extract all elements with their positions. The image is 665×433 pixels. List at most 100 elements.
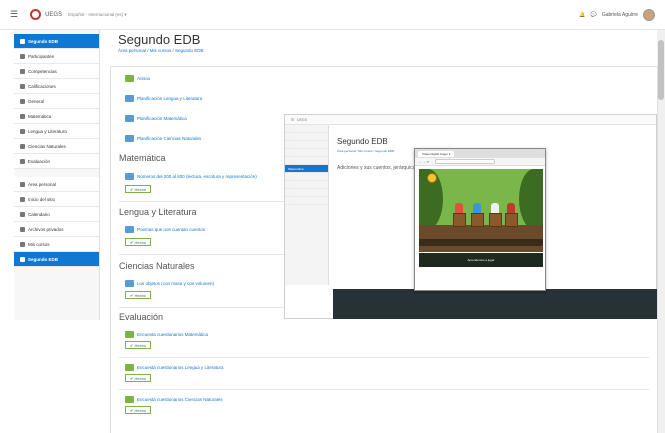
- site-name[interactable]: UEGS: [45, 12, 62, 18]
- nav-icon: [20, 226, 25, 232]
- nav-icon: [20, 128, 25, 134]
- nav-icon: [20, 38, 25, 44]
- activity-ciencias[interactable]: Los objetos (con masa y con volumen): [125, 280, 214, 287]
- drawer-item-label: General: [28, 98, 45, 104]
- top-navbar: ☰ UEGS Español - Internacional (es) ▾ 🔔 …: [0, 0, 665, 30]
- drawer-item-a7[interactable]: Ciencias Naturales: [14, 139, 99, 154]
- embedded-drawer-item: ·: [285, 141, 328, 149]
- drawer-item-b3[interactable]: Archivos privados: [14, 222, 99, 237]
- address-bar[interactable]: [435, 159, 496, 164]
- tree-right: [519, 169, 543, 229]
- drawer-item-b0[interactable]: Área personal: [14, 177, 99, 192]
- completion-button[interactable]: ✔ Hecho: [125, 341, 152, 349]
- game-canvas[interactable]: [419, 169, 543, 252]
- embedded-footer: [333, 289, 657, 319]
- section-title-ciencias: Ciencias Naturales: [119, 261, 195, 271]
- embedded-drawer-item: ·: [285, 125, 328, 133]
- completion-button[interactable]: ✔ Hecho: [125, 406, 152, 414]
- language-selector[interactable]: Español - Internacional (es) ▾: [68, 12, 127, 18]
- drawer-item-label: Segundo EDB: [28, 38, 58, 44]
- completion-button[interactable]: ✔ Hecho: [125, 374, 152, 382]
- activity-encuesta-lengua[interactable]: Encuesta cuestionarios Lengua y Literatu…: [125, 364, 224, 371]
- drawer-item-label: Matemática: [28, 113, 52, 119]
- drawer-item-a5[interactable]: Matemática: [14, 109, 99, 124]
- page-icon: [125, 115, 134, 122]
- file-icon: [125, 173, 134, 180]
- scrollbar-thumb[interactable]: [658, 40, 664, 100]
- embedded-breadcrumb: Área personal / Mis cursos / Segundo EDB: [337, 149, 395, 153]
- breadcrumb[interactable]: Área personal / Mis cursos / Segundo EDB: [118, 48, 204, 53]
- drawer-item-label: Evaluación: [28, 158, 51, 164]
- page-title: Segundo EDB: [118, 32, 201, 47]
- feedback-icon: [125, 396, 134, 403]
- page-icon: [125, 95, 134, 102]
- game-popup-window: Clase Digital Juego 1 ← → ⟳ Aprendemos a…: [414, 148, 546, 291]
- drawer-item-label: Calendario: [28, 211, 50, 217]
- nav-icon: [20, 113, 25, 119]
- score-badge: [427, 173, 437, 183]
- activity-matematica[interactable]: Números del 200 al 600 (lectura, escritu…: [125, 173, 257, 180]
- page-scrollbar[interactable]: [657, 30, 665, 433]
- drawer-item-a3[interactable]: Calificaciones: [14, 79, 99, 94]
- drawer-item-label: Participantes: [28, 53, 55, 59]
- drawer-item-label: Lengua y Literatura: [28, 128, 67, 134]
- drawer-item-a8[interactable]: Evaluación: [14, 154, 99, 169]
- completion-button[interactable]: ✔ Hecho: [125, 291, 152, 299]
- nav-icon: [20, 68, 25, 74]
- completion-button[interactable]: ✔ Hecho: [125, 238, 152, 246]
- game-status-bar: [419, 239, 543, 246]
- embedded-drawer-item: ·: [285, 189, 328, 197]
- nav-icon: [20, 211, 25, 217]
- activity-plan-ciencias[interactable]: Planificación Ciencias Naturales: [125, 135, 201, 142]
- embedded-drawer-item: ·: [285, 197, 328, 205]
- podium: [489, 213, 502, 227]
- activity-plan-matematica[interactable]: Planificación Matemática: [125, 115, 187, 122]
- embedded-drawer-item: ·: [285, 173, 328, 181]
- site-logo[interactable]: [30, 9, 42, 20]
- menu-icon[interactable]: ☰: [10, 9, 18, 20]
- activity-encuesta-matematica[interactable]: Encuesta cuestionarios Matemática: [125, 331, 208, 338]
- drawer-item-label: Mis cursos: [28, 241, 50, 247]
- activity-avisos[interactable]: Avisos: [125, 75, 150, 82]
- podium: [453, 213, 466, 227]
- bell-icon[interactable]: 🔔: [579, 12, 585, 18]
- drawer-item-label: Ciencias Naturales: [28, 143, 66, 149]
- activity-plan-lengua[interactable]: Planificación Lengua y Literatura: [125, 95, 202, 102]
- user-name[interactable]: Gabriela Aguirre: [602, 12, 638, 18]
- embedded-subtitle: Adiciones y sus cuentos, jerárquicas: [337, 165, 418, 171]
- nav-icon: [20, 83, 25, 89]
- drawer-item-a1[interactable]: Participantes: [14, 49, 99, 64]
- drawer-item-b1[interactable]: Inicio del sitio: [14, 192, 99, 207]
- drawer-item-b5[interactable]: Segundo EDB: [14, 252, 99, 267]
- page-icon: [125, 135, 134, 142]
- drawer-item-b2[interactable]: Calendario: [14, 207, 99, 222]
- avatar[interactable]: [643, 8, 655, 21]
- browser-tab[interactable]: Clase Digital Juego 1: [418, 150, 455, 157]
- forum-icon: [125, 75, 134, 82]
- nav-icon: [20, 98, 25, 104]
- embedded-drawer-item: ·: [285, 181, 328, 189]
- divider: [119, 357, 649, 358]
- completion-button[interactable]: ✔ Hecho: [125, 185, 152, 193]
- chat-icon[interactable]: 💬: [591, 12, 597, 18]
- drawer-item-a4[interactable]: General: [14, 94, 99, 109]
- nav-icon: [20, 181, 25, 187]
- drawer-item-b4[interactable]: Mis cursos: [14, 237, 99, 252]
- embedded-title: Segundo EDB: [337, 137, 388, 146]
- drawer-gap: [14, 169, 99, 177]
- activity-encuesta-ciencias[interactable]: Encuesta cuestionarios Ciencias Naturale…: [125, 396, 223, 403]
- drawer-item-label: Segundo EDB: [28, 256, 58, 262]
- section-title-lengua: Lengua y Literatura: [119, 207, 197, 217]
- drawer-item-label: Área personal: [28, 181, 57, 187]
- nav-icon: [20, 158, 25, 164]
- nav-drawer: Segundo EDB Participantes Competencias Cali…: [14, 30, 100, 320]
- drawer-item-a6[interactable]: Lengua y Literatura: [14, 124, 99, 139]
- embedded-drawer: · · · · · Matemática · · · ·: [285, 125, 329, 285]
- nav-icon: [20, 53, 25, 59]
- activity-lengua[interactable]: Poemas que nos cuentan cuentos: [125, 226, 205, 233]
- drawer-item-label: Calificaciones: [28, 83, 56, 89]
- drawer-item-a2[interactable]: Competencias: [14, 64, 99, 79]
- drawer-item-a0[interactable]: Segundo EDB: [14, 34, 99, 49]
- file-icon: [125, 226, 134, 233]
- nav-icon: [20, 241, 25, 247]
